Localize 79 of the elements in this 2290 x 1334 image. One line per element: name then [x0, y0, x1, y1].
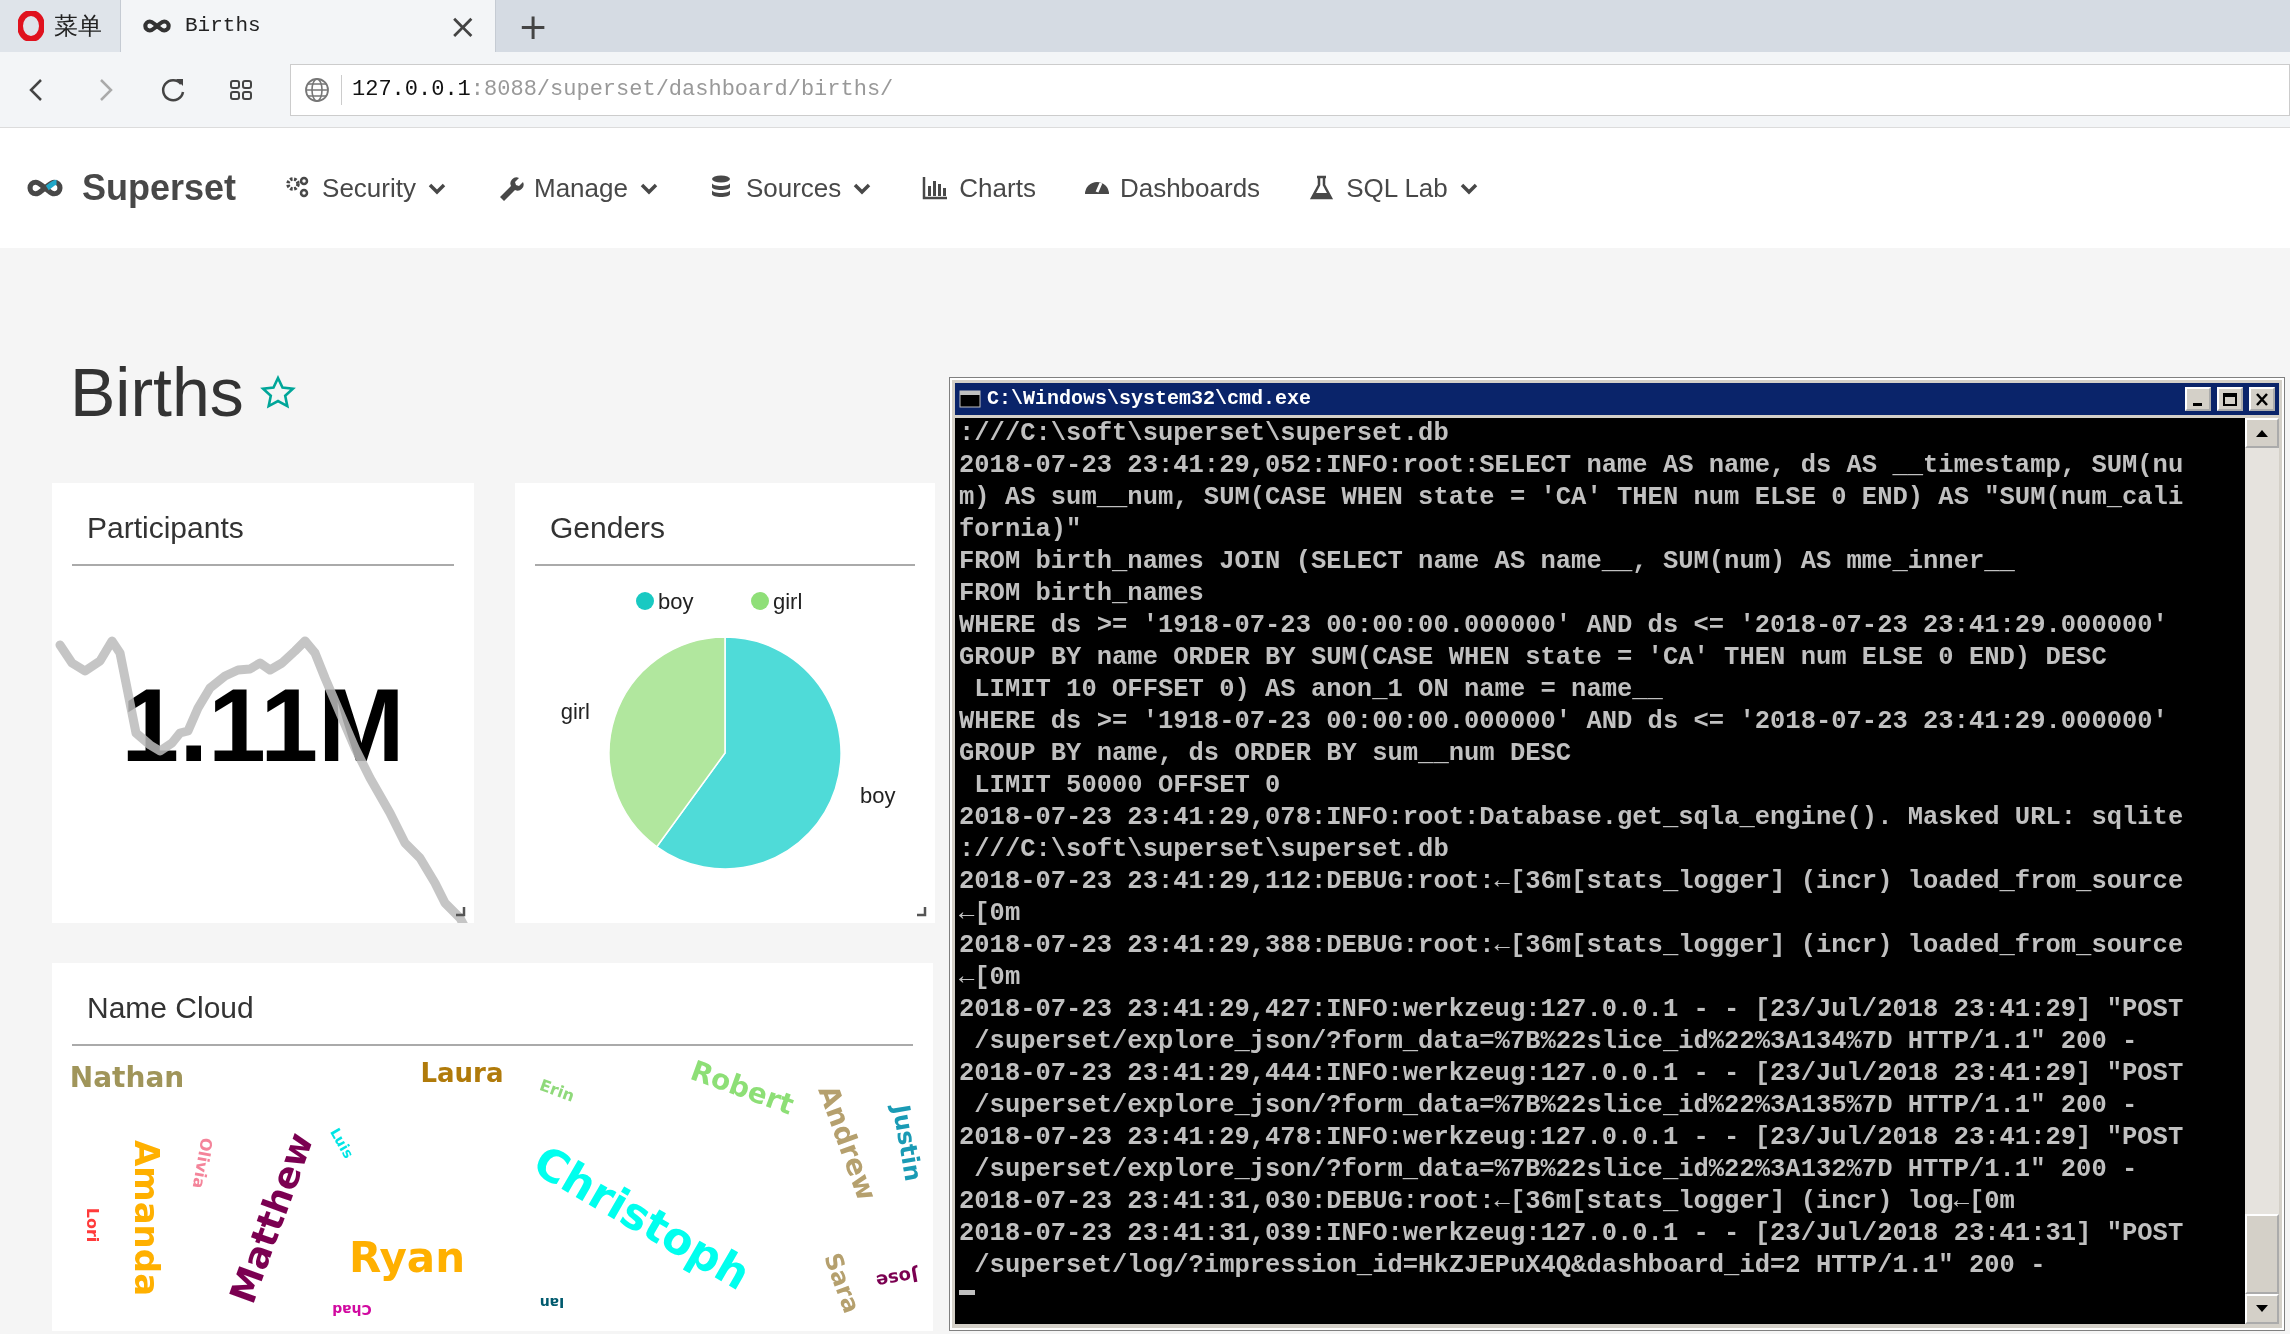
cloud-word: Sara — [820, 1250, 864, 1316]
cloud-word: Nathan — [69, 1064, 185, 1092]
scrollbar[interactable] — [2245, 418, 2279, 1324]
console-line: /superset/explore_json/?form_data=%7B%22slice_id%22%3A134%7D HTTP/1.1" 200 - — [973, 1026, 2139, 1058]
globe-icon — [303, 75, 331, 104]
console-line: /superset/explore_json/?form_data=%7B%22slice_id%22%3A132%7D HTTP/1.1" 200 - — [973, 1154, 2139, 1186]
console-line: WHERE ds >= '1918-07-23 00:00:00.000000' AND ds <= '2018-07-23 23:41:29.000000' — [959, 706, 2169, 738]
cloud-word: Jose — [874, 1265, 920, 1291]
console-line: 2018-07-23 23:41:29,388:DEBUG:root:←[36m[stats_logger] (incr) loaded_from_source — [959, 930, 2185, 962]
console-line: GROUP BY name ORDER BY SUM(CASE WHEN state = 'CA' THEN num ELSE 0 END) DESC — [959, 642, 2108, 674]
legend-label[interactable]: boy — [658, 589, 694, 614]
console-line: FROM birth_names JOIN (SELECT name AS name__, SUM(num) AS mme_inner__ — [959, 546, 2016, 578]
bar-chart-icon — [921, 174, 950, 202]
cloud-word: Amanda — [130, 1139, 164, 1297]
cloud-word: Laura — [420, 1060, 504, 1086]
console-line: ←[0m — [959, 898, 1022, 930]
gauge-icon — [1083, 181, 1110, 195]
url-path: :8088/superset/dashboard/births/ — [470, 76, 894, 104]
console-line: 2018-07-23 23:41:31,030:DEBUG:root:←[36m[stats_logger] (incr) log←[0m — [959, 1186, 2016, 1218]
console-line: 2018-07-23 23:41:29,444:INFO:werkzeug:127.0.0.1 - - [23/Jul/2018 23:41:29] "POST — [959, 1058, 2185, 1090]
console-line: :///C:\soft\superset\superset.db — [959, 418, 1450, 450]
address-bar[interactable]: 127.0.0.1:8088/superset/dashboard/births/ — [290, 63, 2290, 116]
cloud-word: Ryan — [348, 1237, 466, 1279]
console-line: m) AS sum__num, SUM(CASE WHEN state = 'CA' THEN num ELSE 0 END) AS "SUM(num_cali — [959, 482, 2185, 514]
legend-dot[interactable] — [751, 592, 769, 610]
cloud-word: Olivia — [189, 1136, 215, 1190]
close-icon[interactable]: × — [448, 9, 477, 43]
scroll-thumb[interactable] — [2245, 1214, 2279, 1294]
slice-label: boy — [860, 783, 896, 808]
cloud-word: Justin — [888, 1102, 926, 1184]
console-line: 2018-07-23 23:41:29,052:INFO:root:SELECT name AS name, ds AS __timestamp, SUM(nu — [959, 450, 2185, 482]
browser-logo-icon — [18, 11, 44, 41]
nav-menu-item[interactable]: Manage — [496, 168, 660, 208]
url-host: 127.0.0.1 — [352, 76, 471, 104]
slice-label: girl — [560, 699, 590, 724]
nav-menu-item[interactable]: Charts — [921, 168, 1036, 208]
console-line: 2018-07-23 23:41:29,478:INFO:werkzeug:127.0.0.1 - - [23/Jul/2018 23:41:29] "POST — [959, 1122, 2185, 1154]
console-line: 2018-07-23 23:41:29,112:DEBUG:root:←[36m[stats_logger] (incr) loaded_from_source — [959, 866, 2185, 898]
console-line: 2018-07-23 23:41:31,039:INFO:werkzeug:127.0.0.1 - - [23/Jul/2018 23:41:31] "POST — [959, 1218, 2185, 1250]
console-line: fornia)" — [959, 514, 1083, 546]
console-line: 2018-07-23 23:41:29,078:INFO:root:Database.get_sqla_engine(). Masked URL: sqlite — [959, 802, 2185, 834]
cloud-word: Ian — [539, 1296, 565, 1310]
card-title: Genders — [535, 483, 915, 566]
console-line: GROUP BY name, ds ORDER BY sum__num DESC — [959, 738, 1573, 770]
console-icon — [959, 390, 981, 408]
maximize-icon[interactable] — [2221, 390, 2239, 408]
nav-menu-item[interactable]: Sources — [707, 168, 874, 208]
console-line: /superset/explore_json/?form_data=%7B%22slice_id%22%3A135%7D HTTP/1.1" 200 - — [973, 1090, 2139, 1122]
browser-tab[interactable]: 菜单 — [0, 0, 121, 52]
card-title: Participants — [72, 483, 454, 566]
star-icon[interactable] — [259, 375, 296, 411]
nav-menu-item[interactable]: SQL Lab — [1308, 168, 1480, 208]
down-arrow-icon[interactable] — [2255, 1304, 2269, 1314]
new-tab-button[interactable]: + — [496, 0, 571, 52]
console-line: LIMIT 10 OFFSET 0) AS anon_1 ON name = name__ — [973, 674, 1664, 706]
cloud-word: Lori — [84, 1207, 100, 1243]
window-title: C:\Windows\system32\cmd.exe — [987, 386, 1313, 412]
resize-handle-icon[interactable] — [454, 905, 466, 917]
resize-handle-icon[interactable] — [915, 905, 927, 917]
console-line: WHERE ds >= '1918-07-23 00:00:00.000000' AND ds <= '2018-07-23 23:41:29.000000' — [959, 610, 2169, 642]
console-line: :///C:\soft\superset\superset.db — [959, 834, 1450, 866]
dashboard-title: Births — [70, 353, 244, 433]
browser-tab[interactable]: Births × — [121, 0, 496, 52]
metric-value: 1.11M — [120, 673, 406, 777]
nav-menu-item[interactable]: Dashboards — [1083, 168, 1261, 208]
legend-dot[interactable] — [636, 592, 654, 610]
up-arrow-icon[interactable] — [2255, 428, 2269, 438]
cursor-icon — [959, 1290, 975, 1295]
console-line: /superset/log/?impression_id=HkZJEPuX4Q&dashboard_id=2 HTTP/1.1" 200 - — [973, 1250, 2047, 1282]
nav-menu-item[interactable]: Security — [284, 168, 448, 208]
cloud-word: Chad — [332, 1303, 372, 1317]
card-title: Name Cloud — [72, 963, 913, 1046]
console-line: 2018-07-23 23:41:29,427:INFO:werkzeug:127.0.0.1 - - [23/Jul/2018 23:41:29] "POST — [959, 994, 2185, 1026]
brand-name[interactable]: Superset — [82, 161, 237, 215]
legend-label[interactable]: girl — [773, 589, 803, 614]
console-line: FROM birth_names — [959, 578, 1205, 610]
console-line: ←[0m — [959, 962, 1022, 994]
cloud-word: Erin — [537, 1077, 577, 1105]
console-line: LIMIT 50000 OFFSET 0 — [973, 770, 1282, 802]
